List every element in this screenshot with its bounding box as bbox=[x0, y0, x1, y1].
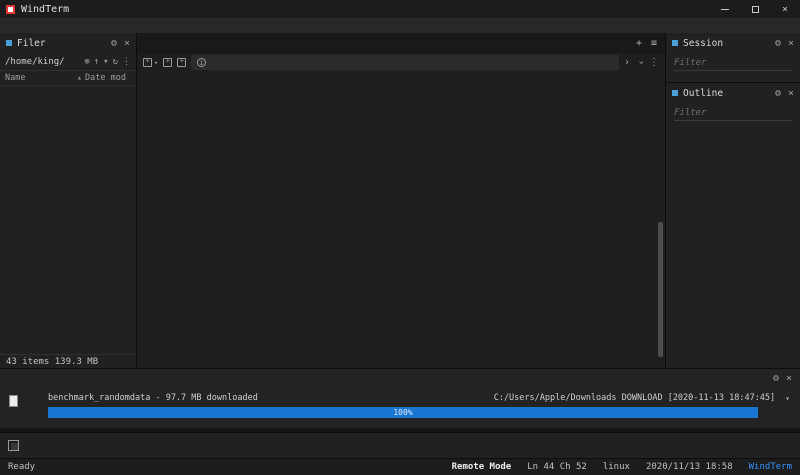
up-directory-icon[interactable]: ↑ bbox=[94, 57, 99, 67]
outline-panel: Outline ⚙ × Filter bbox=[666, 82, 800, 368]
close-icon[interactable]: × bbox=[788, 38, 794, 49]
terminal-toolbar: ▾ i › › ⋮ bbox=[137, 53, 665, 72]
chevron-right-icon[interactable]: › bbox=[624, 57, 630, 68]
close-icon[interactable]: × bbox=[124, 38, 130, 49]
quick-toolbar bbox=[0, 432, 800, 458]
sort-ascending-icon: ▴ bbox=[76, 73, 82, 83]
dropdown-icon[interactable]: ▾ bbox=[103, 57, 108, 67]
breadcrumb-more-icon[interactable]: ⋮ bbox=[649, 57, 659, 68]
gear-icon[interactable]: ⚙ bbox=[111, 38, 117, 49]
transfer-tab-strip bbox=[0, 369, 800, 388]
file-list bbox=[0, 86, 136, 354]
main-area: Filer ⚙ × /home/king/ ⊗ ↑ ▾ ↻ ⋮ Name ▴ D… bbox=[0, 33, 800, 368]
filer-column-headers: Name ▴ Date mod bbox=[0, 71, 136, 86]
transfer-destination: C:/Users/Apple/Downloads DOWNLOAD [2020-… bbox=[493, 393, 776, 403]
terminal-scrollbar[interactable] bbox=[658, 222, 663, 357]
close-icon[interactable]: × bbox=[788, 88, 794, 99]
right-sidebar: Session ⚙ × Filter Outline ⚙ × Filter bbox=[665, 33, 800, 368]
path-input[interactable]: /home/king/ bbox=[5, 57, 80, 67]
session-header: Session ⚙ × bbox=[666, 33, 800, 53]
session-title: Session bbox=[683, 37, 724, 49]
filer-panel: Filer ⚙ × /home/king/ ⊗ ↑ ▾ ↻ ⋮ Name ▴ D… bbox=[0, 33, 137, 368]
new-tab-icon[interactable]: + bbox=[636, 38, 642, 49]
status-cursor-position[interactable]: Ln 44 Ch 52 bbox=[527, 462, 587, 472]
window-title: WindTerm bbox=[21, 3, 70, 15]
status-ready: Ready bbox=[8, 462, 36, 472]
tab-list-icon[interactable]: ≡ bbox=[651, 38, 657, 49]
refresh-icon[interactable]: ↻ bbox=[113, 57, 118, 67]
column-date[interactable]: Date mod bbox=[85, 73, 131, 83]
transfer-file-status: benchmark_randomdata - 97.7 MB downloade… bbox=[48, 393, 258, 403]
menu-bar bbox=[0, 18, 800, 33]
gear-icon[interactable]: ⚙ bbox=[775, 38, 781, 49]
session-panel: Session ⚙ × Filter bbox=[666, 33, 800, 74]
outline-header: Outline ⚙ × bbox=[666, 83, 800, 103]
window-controls: × bbox=[710, 0, 800, 18]
maximize-button[interactable] bbox=[740, 0, 770, 18]
outline-filter-input[interactable]: Filter bbox=[674, 105, 792, 121]
duplicate-session-icon[interactable] bbox=[163, 57, 173, 67]
apps-icon[interactable] bbox=[8, 440, 19, 451]
breadcrumb: i bbox=[191, 55, 619, 70]
status-brand: WindTerm bbox=[748, 462, 792, 472]
terminal-region: + ≡ ▾ i › › ⋮ bbox=[137, 33, 665, 368]
column-name[interactable]: Name bbox=[5, 73, 77, 83]
title-bar: WindTerm × bbox=[0, 0, 800, 18]
file-icon bbox=[9, 395, 18, 407]
more-icon[interactable]: ⋮ bbox=[122, 57, 131, 67]
terminal-tab-strip: + ≡ bbox=[137, 33, 665, 53]
clear-path-icon[interactable]: ⊗ bbox=[84, 57, 89, 67]
status-mode[interactable]: Remote Mode bbox=[452, 462, 512, 472]
transfer-panel: ⚙ × benchmark_randomdata - 97.7 MB downl… bbox=[0, 368, 800, 428]
transfer-item[interactable]: benchmark_randomdata - 97.7 MB downloade… bbox=[0, 388, 800, 403]
gear-icon[interactable]: ⚙ bbox=[773, 373, 779, 384]
outline-title: Outline bbox=[683, 87, 724, 99]
filer-header: Filer ⚙ × bbox=[0, 33, 136, 53]
expand-icon[interactable]: ▾ bbox=[785, 394, 790, 403]
new-session-dropdown-icon[interactable]: ▾ bbox=[154, 59, 158, 67]
gear-icon[interactable]: ⚙ bbox=[775, 88, 781, 99]
status-os[interactable]: linux bbox=[603, 462, 630, 472]
filer-status: 43 items 139.3 MB bbox=[0, 354, 136, 368]
panel-icon bbox=[672, 90, 678, 96]
close-button[interactable]: × bbox=[770, 0, 800, 18]
new-session-icon[interactable] bbox=[143, 57, 152, 67]
minimize-button[interactable] bbox=[710, 0, 740, 18]
close-icon[interactable]: × bbox=[786, 373, 792, 384]
status-bar: Ready Remote Mode Ln 44 Ch 52 linux 2020… bbox=[0, 458, 800, 475]
detach-session-icon[interactable] bbox=[177, 57, 187, 67]
info-icon[interactable]: i bbox=[197, 58, 207, 67]
panel-icon bbox=[672, 40, 678, 46]
terminal-output[interactable] bbox=[137, 72, 665, 368]
chevron-down-icon[interactable]: › bbox=[635, 59, 646, 65]
app-logo-icon bbox=[6, 4, 15, 14]
session-filter-input[interactable]: Filter bbox=[674, 55, 792, 71]
filer-title: Filer bbox=[17, 37, 46, 49]
panel-icon bbox=[6, 40, 12, 46]
filer-path-bar: /home/king/ ⊗ ↑ ▾ ↻ ⋮ bbox=[0, 53, 136, 71]
progress-bar: 100% bbox=[48, 407, 758, 418]
status-datetime: 2020/11/13 18:58 bbox=[645, 462, 733, 472]
